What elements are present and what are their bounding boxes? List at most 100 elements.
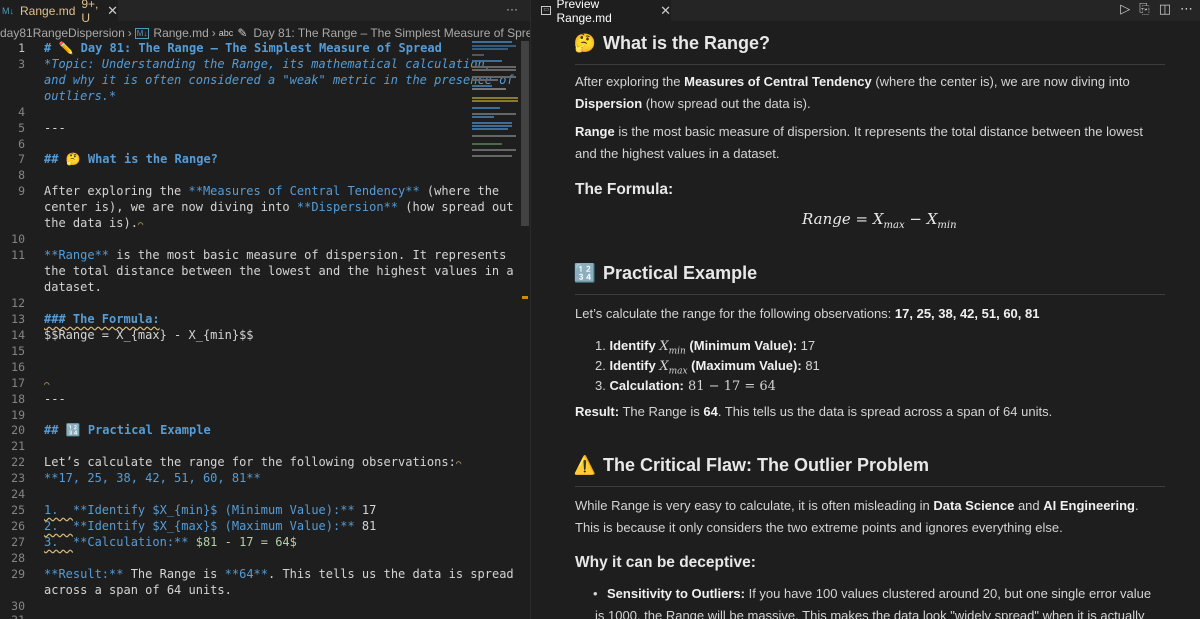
minimap-line: [472, 60, 502, 62]
text-run: center is), we are now diving into: [44, 200, 297, 214]
minimap-line: [472, 143, 502, 145]
paragraph-range-definition: Range is the most basic measure of dispe…: [575, 121, 1165, 165]
text-run: the data is).: [44, 216, 138, 230]
line-text: 2. **Identify $X_{max}$ (Maximum Value):…: [44, 519, 376, 533]
tab-filename: Range.md: [20, 3, 76, 18]
formula-var: X: [926, 210, 938, 228]
preview-icon: ▭: [541, 6, 552, 15]
text-run: After exploring the: [44, 184, 189, 198]
tab-status: 9+, U: [81, 0, 99, 25]
text-run: 81: [801, 358, 820, 373]
line-number: 22: [11, 455, 25, 469]
list-marker: 3.: [44, 535, 73, 549]
minimap-line: [472, 66, 516, 68]
bold-run: Dispersion: [575, 96, 643, 111]
bold-run: Result:: [575, 404, 620, 419]
line-number: 29: [11, 567, 25, 581]
line-number: 12: [11, 296, 25, 310]
line-number: 17: [11, 376, 25, 390]
line-number: 8: [18, 168, 25, 182]
tab-range-md[interactable]: M↓ Range.md 9+, U ✕: [0, 0, 118, 25]
line-text: ---: [44, 392, 66, 406]
more-actions-icon[interactable]: ···: [506, 2, 518, 16]
line-text: center is), we are now diving into **Dis…: [44, 200, 514, 214]
list-item: 3. Calculation: 81 − 17 = 64: [595, 376, 1155, 396]
editor-tabbar: M↓ Range.md 9+, U ✕ ···: [0, 0, 530, 25]
minimap-line: [472, 88, 506, 90]
formula-block: Range = Xmax − Xmin: [802, 210, 957, 231]
open-source-icon[interactable]: ⎘: [1139, 2, 1149, 17]
numbers-icon: 🔢: [573, 263, 597, 283]
warning-icon: ⚠️: [573, 455, 597, 475]
text-run: is the most basic measure of dispersion.…: [109, 248, 507, 262]
line-text: **Range** is the most basic measure of d…: [44, 248, 506, 262]
line-number: 25: [11, 503, 25, 517]
list-marker: 2.: [44, 519, 73, 533]
heading-formula: The Formula:: [575, 181, 674, 198]
line-number: 26: [11, 519, 25, 533]
line-text: Let’s calculate the range for the follow…: [44, 455, 461, 469]
minimap-line: [472, 41, 512, 43]
text-run: Let’s calculate the range for the follow…: [575, 306, 895, 321]
close-icon[interactable]: ✕: [660, 3, 671, 19]
text-run: After exploring the: [575, 74, 685, 89]
bold-run: **Calculation:**: [72, 535, 189, 549]
bold-run: 64: [703, 404, 718, 419]
minimap-line: [472, 76, 516, 78]
minimap-line: [472, 128, 508, 130]
math-run: 81 − 17 = 64: [683, 379, 776, 394]
preview-tabbar: ▭ Preview Range.md ✕ ▷ ⎘ ◫ ⋯: [531, 0, 1200, 25]
minimap[interactable]: [472, 41, 520, 161]
line-text: ⌒: [44, 376, 49, 390]
bold-run: (Minimum Value):: [685, 338, 798, 353]
heading-practical-example: 🔢 Practical Example: [573, 263, 757, 284]
bold-run: Sensitivity to Outliers:: [607, 586, 745, 601]
bold-run: Measures of Central Tendency: [684, 74, 872, 89]
split-editor-icon[interactable]: ◫: [1159, 2, 1171, 17]
line-number: 3: [18, 57, 25, 71]
formula-lhs: Range: [802, 210, 851, 228]
tab-preview-range-md[interactable]: ▭ Preview Range.md ✕: [531, 0, 671, 25]
steps-list: 1. Identify Xmin (Minimum Value): 17 2. …: [595, 336, 1155, 396]
text-run: The Range is: [123, 567, 225, 581]
line-number: 16: [11, 360, 25, 374]
minimap-line: [472, 100, 518, 102]
text-run: (how spread out: [398, 200, 514, 214]
scrollbar-marker: [522, 296, 528, 299]
heading-what-is-range: 🤔 What is the Range?: [574, 33, 770, 54]
text-run: 17: [797, 338, 816, 353]
minimap-line: [472, 122, 512, 124]
list-marker: 1.: [595, 338, 610, 353]
heading-text: What is the Range?: [87, 152, 218, 166]
line-text: *Topic: Understanding the Range, its mat…: [44, 57, 492, 71]
line-text: across a span of 64 units.: [44, 583, 232, 597]
line-number: 15: [11, 344, 25, 358]
line-number: 1: [18, 41, 25, 55]
warning-squiggle: ⌒: [137, 220, 144, 230]
line-number: 11: [11, 248, 25, 262]
code-area[interactable]: 1 # ✏️ Day 81: The Range – The Simplest …: [0, 41, 514, 619]
breadcrumb-symbol[interactable]: Day 81: The Range – The Simplest Measure…: [253, 26, 530, 40]
heading-marker: ##: [44, 423, 66, 437]
breadcrumb-folder[interactable]: day81RangeDispersion: [0, 26, 125, 40]
bold-run: Calculation:: [609, 378, 684, 393]
text-run: While Range is very easy to calculate, i…: [575, 498, 934, 513]
numbers-icon: 🔢: [65, 423, 88, 437]
minimap-line: [472, 54, 484, 56]
scrollbar-thumb[interactable]: [521, 41, 529, 226]
line-number: 7: [18, 152, 25, 166]
run-icon[interactable]: ▷: [1120, 2, 1130, 17]
heading-marker: ##: [44, 152, 66, 166]
bold-run: Data Science: [933, 498, 1015, 513]
close-icon[interactable]: ✕: [107, 3, 118, 19]
bold-run: 17, 25, 38, 42, 51, 60, 81: [894, 306, 1040, 321]
minimap-line: [472, 97, 518, 99]
breadcrumb-file[interactable]: Range.md: [153, 26, 208, 40]
line-number: 9: [18, 184, 25, 198]
editor-scrollbar[interactable]: [521, 41, 529, 619]
line-number: 13: [11, 312, 25, 326]
line-number: 21: [11, 439, 25, 453]
line-number: 28: [11, 551, 25, 565]
more-actions-icon[interactable]: ⋯: [1180, 2, 1193, 17]
thinking-face-icon: 🤔: [65, 152, 88, 166]
